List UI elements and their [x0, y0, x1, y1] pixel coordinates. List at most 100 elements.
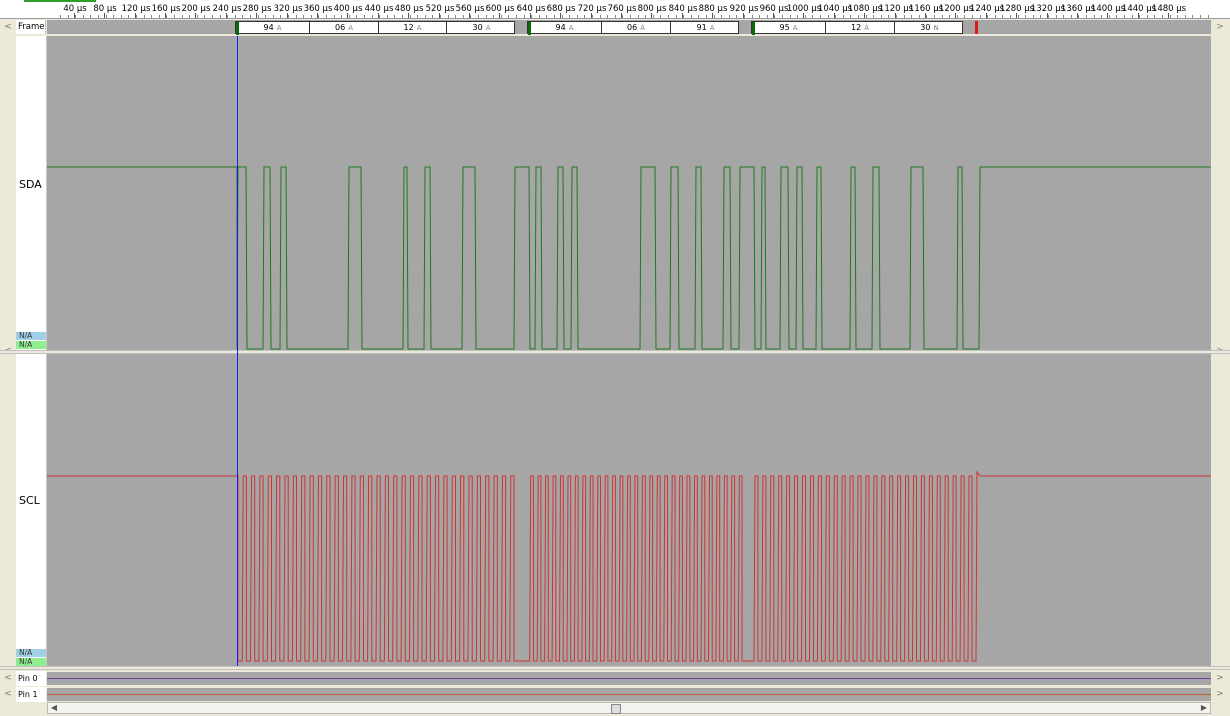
frame-byte-cell[interactable]: 30 A [447, 22, 516, 33]
ruler-minor-tick [569, 15, 570, 18]
ruler-tick [104, 13, 105, 18]
scl-waveform-lane[interactable] [47, 354, 1211, 666]
byte-value: 30 [920, 23, 931, 32]
ruler-tick-label: 560 µs [455, 4, 485, 14]
ruler-minor-tick [478, 15, 479, 18]
frame-byte-cell[interactable]: 94 A [236, 22, 310, 33]
ruler-minor-tick [1109, 15, 1110, 18]
ruler-minor-tick [721, 15, 722, 18]
scrollbar-thumb[interactable] [611, 704, 621, 714]
frame-byte-cell[interactable]: 94 A [528, 22, 602, 33]
ruler-tick-label: 720 µs [577, 4, 607, 14]
ruler-minor-tick [227, 15, 228, 18]
frame-byte-cell[interactable]: 06 A [310, 22, 379, 33]
ruler-minor-tick [98, 15, 99, 18]
pins-divider[interactable] [0, 666, 1230, 670]
chevron-right-icon[interactable]: > [1213, 20, 1227, 34]
sda-waveform [47, 166, 1211, 350]
chevron-right-icon[interactable]: > [1213, 671, 1227, 686]
pin-row-0: < Pin 0 > [0, 671, 1230, 686]
ruler-minor-tick [1056, 15, 1057, 18]
frame-byte-cell[interactable]: 12 A [826, 22, 895, 33]
ruler-minor-tick [486, 15, 487, 18]
ruler-minor-tick [630, 15, 631, 18]
ruler-minor-tick [1010, 15, 1011, 18]
ruler-minor-tick [440, 15, 441, 18]
scroll-left-arrow-icon[interactable]: ◀ [48, 703, 60, 713]
byte-value: 30 [472, 23, 483, 32]
ruler-minor-tick [356, 15, 357, 18]
ruler-tick-label: 40 µs [63, 4, 87, 14]
ruler-minor-tick [1078, 15, 1079, 18]
ruler-minor-tick [379, 15, 380, 18]
ruler-minor-tick [835, 15, 836, 18]
ack-flag: A [864, 24, 869, 32]
ruler-tick-label: 760 µs [607, 4, 637, 14]
pin-1-label: Pin 1 [16, 687, 46, 702]
chevron-right-icon[interactable]: > [1213, 36, 1227, 356]
ruler-minor-tick [904, 15, 905, 18]
frame-segment[interactable]: 95 A 12 A 30 N [751, 21, 964, 35]
chevron-left-icon[interactable]: < [1, 671, 15, 686]
ruler-tick [1107, 13, 1108, 18]
sda-tag-bottom: N/A [16, 341, 46, 349]
ruler-minor-tick [805, 15, 806, 18]
ruler-tick-label: 1400 µs [1090, 4, 1126, 14]
ruler-minor-tick [394, 15, 395, 18]
sda-channel-name: SDA [19, 178, 42, 191]
sda-waveform-lane[interactable] [47, 36, 1211, 350]
frame-byte-cell[interactable]: 12 A [379, 22, 447, 33]
ruler-minor-tick [858, 15, 859, 18]
scroll-right-arrow-icon[interactable]: ▶ [1198, 703, 1210, 713]
ruler-minor-tick [919, 15, 920, 18]
pin-1-lane[interactable] [47, 688, 1211, 701]
ruler-minor-tick [554, 15, 555, 18]
ruler-minor-tick [1048, 15, 1049, 18]
ruler-tick-label: 160 µs [151, 4, 181, 14]
horizontal-scrollbar[interactable]: ◀ ▶ [47, 702, 1211, 714]
ruler-minor-tick [280, 15, 281, 18]
chevron-left-icon[interactable]: < [1, 20, 15, 34]
time-ruler[interactable]: 40 µs 80 µs 120 µs 160 µs 200 µs 240 µs 280 µs… [0, 0, 1230, 19]
sda-tag-top: N/A [16, 332, 46, 340]
ruler-minor-tick [417, 15, 418, 18]
chevron-left-icon[interactable]: < [1, 36, 15, 356]
frame-byte-cell[interactable]: 30 N [895, 22, 964, 33]
ruler-minor-tick [1154, 15, 1155, 18]
ack-flag: A [416, 24, 422, 32]
ruler-minor-tick [1101, 15, 1102, 18]
chevron-left-icon[interactable]: < [1, 687, 15, 702]
ruler-minor-tick [334, 15, 335, 18]
ruler-minor-tick [782, 15, 783, 18]
ruler-minor-tick [182, 15, 183, 18]
ruler-minor-tick [1116, 15, 1117, 18]
frame-segment[interactable]: 94 A 06 A 91 A [527, 21, 740, 35]
ruler-tick [408, 13, 409, 18]
ruler-minor-tick [410, 15, 411, 18]
time-cursor[interactable] [237, 36, 238, 666]
frame-byte-cell[interactable]: 91 A [671, 22, 740, 33]
ruler-minor-tick [546, 15, 547, 18]
sda-trace [47, 166, 1211, 350]
scl-label-panel [16, 354, 47, 666]
chevron-right-icon[interactable]: > [1213, 687, 1227, 702]
scl-tag-bottom: N/A [16, 658, 46, 666]
ruler-minor-tick [493, 15, 494, 18]
ruler-minor-tick [1025, 15, 1026, 18]
ruler-minor-tick [1132, 15, 1133, 18]
ruler-minor-tick [714, 15, 715, 18]
ruler-tick [256, 13, 257, 18]
pin-0-lane[interactable] [47, 672, 1211, 685]
ruler-minor-tick [600, 15, 601, 18]
ruler-minor-tick [790, 15, 791, 18]
ruler-tick [1168, 13, 1169, 18]
byte-value: 95 [779, 23, 790, 32]
frame-byte-cell[interactable]: 06 A [602, 22, 671, 33]
frame-segment[interactable]: 94 A 06 A 12 A 30 A [235, 21, 516, 35]
frame-byte-cell[interactable]: 95 A [752, 22, 826, 33]
ruler-minor-tick [653, 15, 654, 18]
ruler-minor-tick [1162, 15, 1163, 18]
ruler-tick [803, 13, 804, 18]
byte-value: 91 [696, 23, 707, 32]
ruler-minor-tick [1185, 15, 1186, 18]
